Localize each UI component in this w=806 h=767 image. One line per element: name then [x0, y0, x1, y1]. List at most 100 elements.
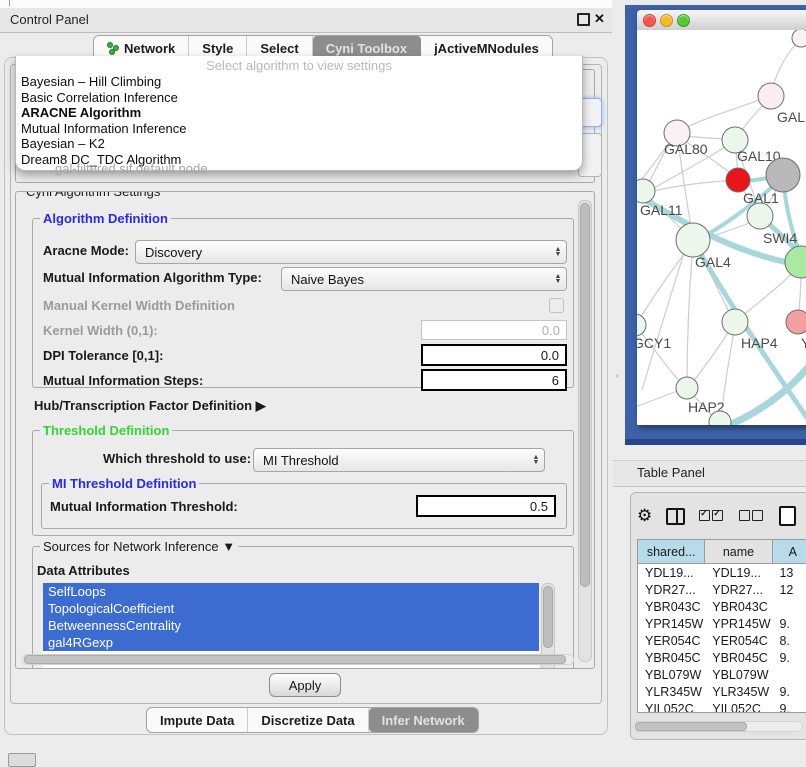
- attribute-item[interactable]: BetweennessCentrality: [43, 617, 539, 634]
- dropdown-items: Bayesian – Hill ClimbingBasic Correlatio…: [16, 74, 582, 167]
- network-node-swi4[interactable]: [747, 203, 773, 229]
- network-node-gal[interactable]: [758, 83, 784, 109]
- minimize-traffic-icon[interactable]: [660, 14, 673, 27]
- table-row[interactable]: YDR27...YDR27...12: [638, 581, 806, 598]
- tab-label: Network: [124, 41, 175, 56]
- network-edge[interactable]: [645, 180, 736, 193]
- select-all-icon[interactable]: [699, 509, 725, 524]
- dropdown-item[interactable]: Mutual Information Inference: [16, 121, 582, 137]
- network-edge[interactable]: [737, 266, 799, 320]
- network-window: GALGAL80GAL10GAL1SWI4GAL11GAL4GCY1HAP4YH…: [637, 10, 806, 425]
- table-row[interactable]: YBR043CYBR043C: [638, 598, 806, 615]
- manual-kernel-checkbox[interactable]: [549, 298, 564, 313]
- network-node-hap2[interactable]: [676, 377, 698, 399]
- network-edge[interactable]: [687, 244, 693, 386]
- split-pane-handle[interactable]: ›: [616, 372, 621, 380]
- node-label: HAP4: [741, 335, 778, 351]
- network-node-gal1[interactable]: [726, 168, 750, 192]
- table-row[interactable]: YDL19...YDL19...13: [638, 564, 806, 581]
- column-header[interactable]: A: [773, 540, 806, 563]
- network-canvas[interactable]: GALGAL80GAL10GAL1SWI4GAL11GAL4GCY1HAP4YH…: [637, 30, 806, 425]
- which-threshold-combo[interactable]: MI Threshold ▲▼: [253, 448, 545, 472]
- which-threshold-value: MI Threshold: [254, 453, 528, 468]
- attribute-item[interactable]: gal4RGexp: [43, 634, 539, 651]
- table-cell: YER054C: [705, 632, 772, 649]
- table-cell: 9.: [772, 700, 806, 712]
- attribute-item[interactable]: SelfLoops: [43, 583, 539, 600]
- network-window-titlebar[interactable]: [637, 10, 806, 31]
- top-strip: [0, 0, 612, 8]
- mi-threshold-group: MI Threshold Definition Mutual Informati…: [41, 483, 567, 529]
- dpi-tolerance-field[interactable]: 0.0: [421, 344, 567, 366]
- collapse-arrow-down-icon[interactable]: ▼: [222, 539, 235, 554]
- settings-horizontal-scrollbar[interactable]: [22, 654, 574, 665]
- node-label: GAL4: [695, 254, 731, 270]
- dropdown-item[interactable]: Bayesian – Hill Climbing: [16, 74, 582, 90]
- hub-definition-label[interactable]: Hub/Transcription Factor Definition ▶: [34, 398, 266, 414]
- deselect-all-icon[interactable]: [739, 509, 765, 524]
- node-label: GAL11: [640, 202, 683, 218]
- float-window-icon[interactable]: [577, 13, 590, 26]
- table-cell: 8.: [772, 632, 806, 649]
- file-icon[interactable]: [779, 506, 796, 526]
- zoom-traffic-icon[interactable]: [677, 14, 690, 27]
- dropdown-item[interactable]: Bayesian – K2: [16, 136, 582, 152]
- mi-type-value: Naive Bayes: [282, 272, 550, 287]
- kernel-width-label: Kernel Width (0,1):: [43, 323, 158, 338]
- table-cell: YBL079W: [705, 666, 772, 683]
- mi-type-combo[interactable]: Naive Bayes ▲▼: [281, 267, 567, 291]
- corner-mini-button[interactable]: [8, 753, 36, 767]
- dropdown-item[interactable]: ARACNE Algorithm: [16, 105, 582, 121]
- data-attributes-label: Data Attributes: [37, 563, 130, 578]
- settings-vertical-scrollbar[interactable]: [578, 200, 592, 662]
- network-node[interactable]: [766, 158, 800, 192]
- dropdown-item[interactable]: Basic Correlation Inference: [16, 90, 582, 106]
- attribute-item[interactable]: TopologicalCoefficient: [43, 600, 539, 617]
- close-icon[interactable]: ✕: [594, 11, 605, 27]
- network-node-y[interactable]: [786, 310, 806, 334]
- tab-infer-network[interactable]: Infer Network: [369, 708, 478, 732]
- table-row[interactable]: YBL079WYBL079W: [638, 666, 806, 683]
- network-node[interactable]: [792, 30, 806, 47]
- column-header[interactable]: shared...: [638, 540, 705, 563]
- sources-title[interactable]: Sources for Network Inference ▼: [40, 539, 238, 554]
- network-edge[interactable]: [679, 96, 771, 131]
- tab-discretize-data[interactable]: Discretize Data: [248, 708, 368, 732]
- network-node-gcy1[interactable]: [637, 314, 646, 336]
- algorithm-definition-group: Algorithm Definition Aracne Mode: Discov…: [32, 218, 574, 388]
- tab-impute-data[interactable]: Impute Data: [147, 708, 248, 732]
- mi-steps-field[interactable]: 6: [421, 369, 567, 391]
- network-node-hap4[interactable]: [722, 309, 748, 335]
- algorithm-definition-title: Algorithm Definition: [40, 211, 171, 226]
- network-edge[interactable]: [642, 244, 687, 390]
- control-panel-titlebar: Control Panel: [0, 8, 612, 33]
- gear-icon[interactable]: ⚙: [637, 506, 652, 526]
- tab-label: jActiveMNodules: [434, 41, 539, 56]
- apply-button[interactable]: Apply: [269, 673, 341, 697]
- table-row[interactable]: YBR045CYBR045C9.: [638, 649, 806, 666]
- network-node[interactable]: [785, 246, 806, 278]
- mi-threshold-group-title: MI Threshold Definition: [49, 476, 199, 491]
- table-cell: YLR345W: [638, 683, 705, 700]
- table-row[interactable]: YIL052CYIL052C9.: [638, 700, 806, 712]
- table-horizontal-scrollbar[interactable]: [633, 721, 803, 732]
- table-panel: ⚙ shared...nameA YDL19...YDL19...13YDR27…: [630, 492, 806, 740]
- expand-arrow-right-icon[interactable]: ▶: [256, 398, 266, 413]
- table-panel-title: Table Panel: [637, 465, 705, 480]
- table-cell: 9.: [772, 649, 806, 666]
- network-edge[interactable]: [717, 358, 806, 425]
- aracne-mode-combo[interactable]: Discovery ▲▼: [135, 240, 567, 264]
- table-row[interactable]: YER054CYER054C8.: [638, 632, 806, 649]
- table-row[interactable]: YPR145WYPR145W9.: [638, 615, 806, 632]
- close-traffic-icon[interactable]: [643, 14, 656, 27]
- kernel-width-field[interactable]: 0.0: [421, 320, 567, 340]
- network-node-gal11[interactable]: [637, 179, 655, 203]
- network-node-gal4[interactable]: [676, 223, 710, 257]
- column-header[interactable]: name: [705, 540, 772, 563]
- table-row[interactable]: YLR345WYLR345W9.: [638, 683, 806, 700]
- mi-threshold-field[interactable]: 0.5: [416, 495, 556, 517]
- aracne-mode-label: Aracne Mode:: [43, 243, 129, 258]
- table-cell: [772, 666, 806, 683]
- split-columns-icon[interactable]: [666, 508, 685, 525]
- node-label: SWI4: [763, 230, 797, 246]
